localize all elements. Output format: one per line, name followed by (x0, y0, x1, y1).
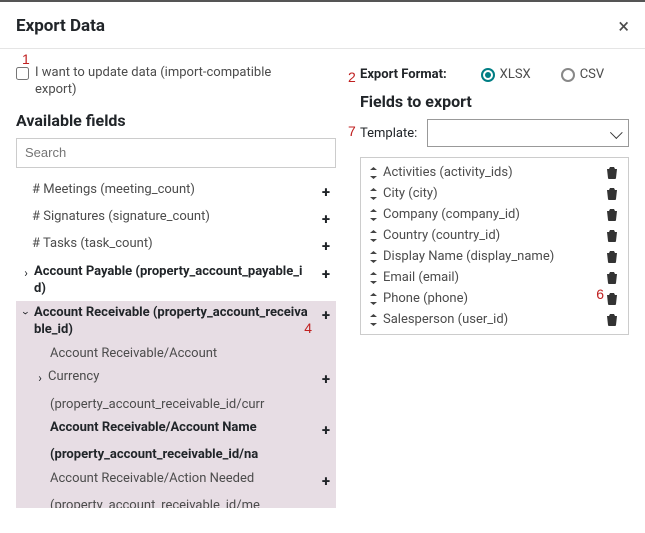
add-field-icon[interactable]: + (318, 182, 334, 202)
drag-handle-icon[interactable] (369, 251, 379, 263)
field-tech: (property_account_receivable_id/curr (50, 396, 330, 414)
export-field-label: Activities (activity_ids) (383, 165, 606, 180)
drag-handle-icon[interactable] (369, 293, 379, 305)
drag-handle-icon[interactable] (369, 314, 379, 326)
trash-icon[interactable] (606, 250, 620, 263)
import-compatible-row: 1 I want to update data (import-compatib… (16, 65, 336, 99)
export-dialog: Export Data × 1 I want to update data (i… (0, 2, 645, 508)
add-field-icon[interactable]: + (318, 209, 334, 229)
field-label: Account Receivable/Account (50, 345, 330, 363)
titlebar: Export Data × (0, 2, 645, 49)
tree-row[interactable]: # Tasks (task_count) + (16, 232, 336, 259)
export-field-label: Email (email) (383, 270, 606, 285)
dialog-title: Export Data (16, 16, 105, 36)
drag-handle-icon[interactable] (369, 230, 379, 242)
available-fields-heading: Available fields (16, 111, 336, 130)
right-column: 2 Export Format: XLSX CSV Fields to expo… (360, 55, 629, 508)
annotation-2: 2 (348, 69, 356, 85)
add-field-icon[interactable]: + (318, 305, 334, 325)
add-field-icon[interactable]: + (318, 420, 334, 440)
radio-dot-icon (561, 68, 575, 82)
trash-icon[interactable] (606, 313, 620, 326)
template-label: Template: (360, 126, 417, 141)
export-field-row[interactable]: Email (email) (365, 267, 624, 288)
field-tech: (property_account_receivable_id/me (50, 497, 330, 508)
tree-row-child: (property_account_receivable_id/na (16, 443, 336, 467)
export-field-row[interactable]: City (city) (365, 183, 624, 204)
left-column: 1 I want to update data (import-compatib… (16, 55, 336, 508)
export-format-label: Export Format: (360, 67, 447, 82)
drag-handle-icon[interactable] (369, 188, 379, 200)
close-icon[interactable]: × (618, 16, 629, 36)
radio-csv[interactable]: CSV (561, 67, 604, 82)
import-compatible-checkbox[interactable] (16, 67, 29, 80)
format-radio-group: XLSX CSV (481, 67, 605, 82)
field-label: Account Receivable/Account Name (50, 419, 314, 437)
template-row: 7 Template: (360, 119, 629, 147)
radio-xlsx[interactable]: XLSX (481, 67, 531, 82)
export-field-label: City (city) (383, 186, 606, 201)
available-fields-tree[interactable]: 3 # Meetings (meeting_count) + # Signatu… (16, 178, 336, 508)
field-tech: (property_account_receivable_id/na (50, 446, 330, 464)
trash-icon[interactable] (606, 166, 620, 179)
trash-icon[interactable] (606, 187, 620, 200)
tree-row-child: (property_account_receivable_id/me (16, 494, 336, 508)
tree-row-child[interactable]: Account Receivable/Account (16, 342, 336, 366)
field-label: Currency (48, 368, 314, 386)
drag-handle-icon[interactable] (369, 209, 379, 221)
tree-row-branch-expanded[interactable]: › Account Receivable (property_account_r… (16, 301, 336, 342)
drag-handle-icon[interactable] (369, 272, 379, 284)
export-field-label: Company (company_id) (383, 207, 606, 222)
export-format-row: 2 Export Format: XLSX CSV (360, 67, 629, 82)
template-select[interactable] (427, 119, 629, 147)
export-field-row[interactable]: Salesperson (user_id) (365, 309, 624, 330)
radio-dot-icon (481, 68, 495, 82)
trash-icon[interactable] (606, 229, 620, 242)
export-field-label: Phone (phone) (383, 291, 606, 306)
annotation-7: 7 (348, 123, 356, 139)
trash-icon[interactable] (606, 271, 620, 284)
field-label: # Signatures (signature_count) (32, 208, 314, 226)
export-field-label: Salesperson (user_id) (383, 312, 606, 327)
export-field-row[interactable]: Phone (phone) (365, 288, 624, 309)
export-field-row[interactable]: Company (company_id) (365, 204, 624, 225)
chevron-right-icon[interactable]: › (20, 265, 32, 281)
chevron-down-icon[interactable]: › (18, 307, 34, 319)
chevron-right-icon[interactable]: › (34, 370, 46, 386)
field-label: # Meetings (meeting_count) (32, 181, 314, 199)
add-field-icon[interactable]: + (318, 471, 334, 491)
search-input[interactable] (16, 138, 336, 168)
import-compatible-label: I want to update data (import-compatible… (35, 65, 295, 99)
field-label: Account Receivable (property_account_rec… (34, 304, 314, 339)
tree-row-child[interactable]: Account Receivable/Account Name + (16, 416, 336, 443)
trash-icon[interactable] (606, 208, 620, 221)
export-field-row[interactable]: Country (country_id) (365, 225, 624, 246)
field-label: # Tasks (task_count) (32, 235, 314, 253)
export-field-label: Display Name (display_name) (383, 249, 606, 264)
tree-row[interactable]: # Meetings (meeting_count) + (16, 178, 336, 205)
tree-row-branch[interactable]: › Account Payable (property_account_paya… (16, 260, 336, 301)
trash-icon[interactable] (606, 292, 620, 305)
fields-to-export-heading: Fields to export (360, 92, 629, 111)
field-label: Account Receivable/Action Needed (50, 470, 314, 488)
tree-row-child[interactable]: Account Receivable/Action Needed + (16, 467, 336, 494)
export-fields-list: 5 6 Activities (activity_ids) City (city… (360, 157, 629, 335)
add-field-icon[interactable]: + (318, 236, 334, 256)
add-field-icon[interactable]: + (318, 264, 334, 284)
drag-handle-icon[interactable] (369, 167, 379, 179)
field-label: Account Payable (property_account_payabl… (34, 263, 314, 298)
tree-row[interactable]: # Signatures (signature_count) + (16, 205, 336, 232)
annotation-1: 1 (22, 51, 30, 67)
tree-row-child[interactable]: › Currency + (16, 365, 336, 392)
tree-row-child: (property_account_receivable_id/curr (16, 393, 336, 417)
export-field-row[interactable]: Display Name (display_name) (365, 246, 624, 267)
export-field-row[interactable]: Activities (activity_ids) (365, 162, 624, 183)
export-field-label: Country (country_id) (383, 228, 606, 243)
add-field-icon[interactable]: + (318, 369, 334, 389)
